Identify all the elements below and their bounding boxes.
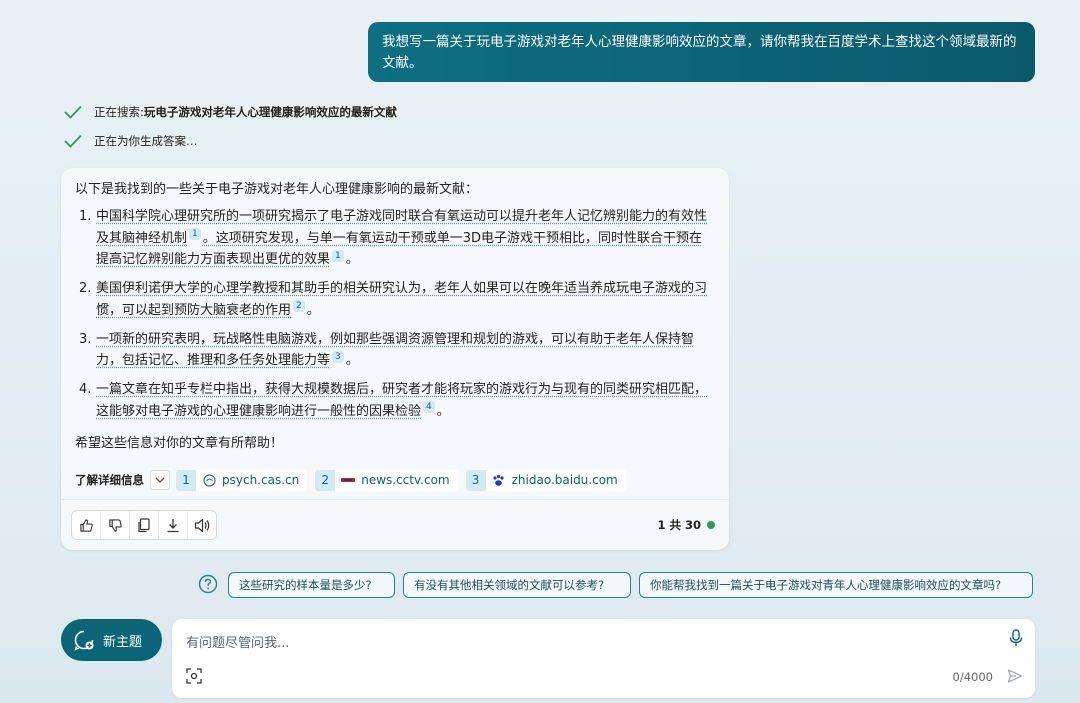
status-prefix: 正在搜索:: [94, 105, 144, 119]
download-button[interactable]: [158, 511, 187, 539]
card-divider: [61, 499, 729, 500]
question-circle-icon: [198, 574, 218, 594]
list-item: 2. 美国伊利诺伊大学的心理学教授和其助手的相关研究认为，老年人如果可以在晚年适…: [75, 278, 715, 321]
source-chip[interactable]: 1 psych.cas.cn: [176, 469, 308, 491]
speaker-icon: [194, 518, 209, 532]
check-icon: [64, 134, 82, 148]
chat-input-placeholder[interactable]: 有问题尽管问我...: [186, 632, 289, 651]
citation-badge[interactable]: 1: [189, 228, 201, 241]
learn-more-label: 了解详细信息: [75, 473, 144, 487]
citation-badge[interactable]: 1: [332, 249, 344, 262]
punct: 。: [436, 403, 450, 419]
suggestion-chip[interactable]: 你能帮我找到一篇关于电子游戏对青年人心理健康影响效应的文章吗?: [639, 572, 1033, 598]
copy-icon: [138, 517, 150, 532]
copy-button[interactable]: [129, 511, 158, 539]
source-domain: psych.cas.cn: [222, 473, 300, 487]
status-generating: 正在为你生成答案…: [64, 133, 198, 149]
punct: 。: [306, 302, 320, 318]
source-domain: news.cctv.com: [361, 473, 450, 487]
status-searching: 正在搜索: 玩电子游戏对老年人心理健康影响效应的最新文献: [64, 104, 397, 120]
read-aloud-button[interactable]: [187, 511, 216, 539]
source-index: 2: [315, 469, 336, 491]
dislike-button[interactable]: [100, 511, 129, 539]
send-icon[interactable]: [1007, 668, 1023, 684]
list-item: 3. 一项新的研究表明，玩战略性电脑游戏，例如那些强调资源管理和规划的游戏，可以…: [75, 329, 715, 372]
download-icon: [167, 518, 179, 532]
learn-more-toggle[interactable]: [150, 470, 170, 490]
new-topic-button[interactable]: 新主题: [61, 619, 162, 661]
source-index: 3: [465, 469, 486, 491]
status-query: 玩电子游戏对老年人心理健康影响效应的最新文献: [143, 105, 397, 119]
list-item: 4. 一篇文章在知乎专栏中指出，获得大规模数据后，研究者才能将玩家的游戏行为与现…: [75, 379, 715, 422]
item-number: 3.: [79, 331, 92, 347]
citation-badge[interactable]: 3: [332, 350, 344, 363]
answer-closing: 希望这些信息对你的文章有所帮助！: [75, 436, 284, 451]
screenshot-scan-icon[interactable]: [186, 668, 202, 684]
thumbs-up-icon: [79, 518, 93, 532]
punct: 。: [345, 252, 359, 267]
microphone-icon[interactable]: [1009, 629, 1023, 647]
punct: 。: [345, 353, 359, 368]
chevron-down-icon: [155, 477, 165, 483]
suggestion-chip[interactable]: 有没有其他相关领域的文献可以参考?: [403, 572, 631, 598]
baidu-paw-icon: [492, 473, 506, 487]
answer-list: 1. 中国科学院心理研究所的一项研究揭示了电子游戏同时联合有氧运动可以提升老年人…: [75, 206, 715, 430]
learn-more-row: 了解详细信息 1 psych.cas.cn 2 news.cctv.com 3 …: [75, 469, 634, 491]
cctv-icon: [341, 473, 356, 487]
chat-input-box[interactable]: 有问题尽管问我... 0/4000: [172, 619, 1035, 698]
status-text: 正在为你生成答案…: [94, 134, 198, 148]
item-number: 2.: [79, 281, 92, 296]
user-message-text: 我想写一篇关于玩电子游戏对老年人心理健康影响效应的文章，请你帮我在百度学术上查找…: [382, 34, 1017, 71]
thumbs-down-icon: [108, 518, 122, 532]
feedback-actions: [71, 510, 217, 540]
response-page-count: 1 共 30: [657, 517, 715, 533]
citation-badge[interactable]: 4: [423, 401, 435, 414]
source-domain: zhidao.baidu.com: [511, 473, 618, 487]
new-chat-icon: [74, 630, 94, 651]
char-counter: 0/4000: [952, 670, 993, 684]
user-message-bubble: 我想写一篇关于玩电子游戏对老年人心理健康影响效应的文章，请你帮我在百度学术上查找…: [368, 22, 1035, 82]
list-item: 1. 中国科学院心理研究所的一项研究揭示了电子游戏同时联合有氧运动可以提升老年人…: [75, 206, 715, 271]
new-topic-label: 新主题: [103, 634, 143, 650]
reference-text[interactable]: 美国伊利诺伊大学的心理学教授和其助手的相关研究认为，老年人如果可以在晚年适当养成…: [96, 281, 707, 318]
reference-text[interactable]: 一篇文章在知乎专栏中指出，获得大规模数据后，研究者才能将玩家的游戏行为与现有的同…: [96, 382, 707, 419]
status-dot: [707, 521, 715, 529]
answer-card: 以下是我找到的一些关于电子游戏对老年人心理健康影响的最新文献： 1. 中国科学院…: [61, 168, 729, 550]
suggestion-chip[interactable]: 这些研究的样本量是多少?: [228, 572, 395, 598]
psych-cas-icon: [202, 473, 216, 487]
source-chip[interactable]: 2 news.cctv.com: [315, 469, 458, 491]
like-button[interactable]: [72, 511, 100, 539]
source-chip[interactable]: 3 zhidao.baidu.com: [465, 469, 626, 491]
reference-text[interactable]: 一项新的研究表明，玩战略性电脑游戏，例如那些强调资源管理和规划的游戏，可以有助于…: [96, 332, 694, 369]
item-number: 4.: [79, 382, 92, 397]
item-number: 1.: [79, 209, 92, 224]
source-index: 1: [176, 469, 196, 491]
check-icon: [64, 105, 82, 119]
answer-intro: 以下是我找到的一些关于电子游戏对老年人心理健康影响的最新文献：: [75, 182, 479, 197]
page-count-text: 1 共 30: [657, 518, 701, 532]
citation-badge[interactable]: 2: [293, 300, 305, 313]
